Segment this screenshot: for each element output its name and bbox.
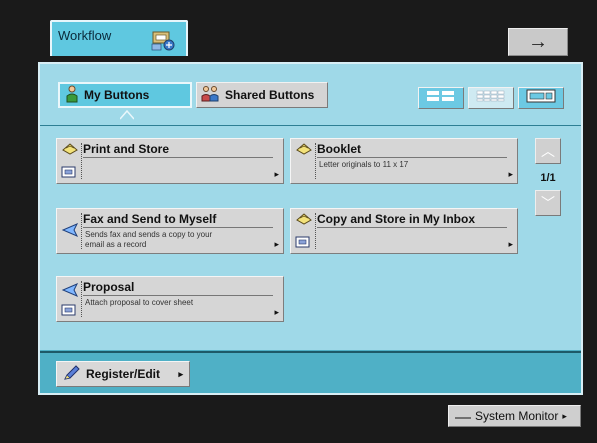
scroll-down-button[interactable]: ﹀ [535,190,561,216]
card-fax-and-send-to-myself[interactable]: Fax and Send to Myself Sends fax and sen… [56,208,284,254]
system-monitor-label: System Monitor [475,409,559,423]
register-edit-button[interactable]: Register/Edit ▸ [56,361,190,387]
chevron-right-icon: ▸ [562,410,567,421]
chevron-right-icon: ▸ [274,239,279,249]
card-rule [83,227,273,228]
tab-pointer-icon [120,110,134,120]
arrow-right-icon: → [528,30,548,53]
monitor-line-icon [455,409,471,423]
person-icon [64,85,80,106]
send-fax-icon [61,223,79,242]
pen-icon [63,364,81,384]
card-rule [83,157,273,158]
chevron-right-icon: ▸ [274,307,279,317]
card-booklet[interactable]: Booklet Letter originals to 11 x 17 ▸ [290,138,518,184]
card-desc: Letter originals to 11 x 17 [319,160,409,169]
grid-view-icon [476,89,506,107]
card-copy-and-store-in-my-inbox[interactable]: Copy and Store in My Inbox ▸ [290,208,518,254]
workflow-label: Workflow [58,28,112,43]
card-divider [81,281,82,317]
chevron-right-icon: ▸ [274,169,279,179]
forward-arrow-button[interactable]: → [508,28,568,56]
scroll-up-button[interactable]: ︿ [535,138,561,164]
card-title: Print and Store [83,142,170,156]
copy-icon [61,142,79,161]
panel-header: My Buttons Shared Buttons [40,64,581,126]
card-title: Proposal [83,280,135,294]
page-indicator: 1/1 [540,172,556,184]
store-box-icon [295,235,311,253]
card-divider [81,143,82,179]
card-print-and-store[interactable]: Print and Store ▸ [56,138,284,184]
card-proposal[interactable]: Proposal Attach proposal to cover sheet … [56,276,284,322]
detail-view-icon [526,89,556,108]
chevron-right-icon: ▸ [508,169,513,179]
register-edit-label: Register/Edit [86,367,161,381]
tab-shared-buttons-label: Shared Buttons [225,88,315,102]
store-box-icon [61,303,77,321]
store-box-icon [61,165,77,183]
workflow-icon [150,28,176,55]
card-rule [317,227,507,228]
card-desc: Sends fax and sends a copy to your email… [85,230,213,249]
card-rule [317,157,507,158]
tab-my-buttons[interactable]: My Buttons [58,82,192,108]
card-desc: Attach proposal to cover sheet [85,298,194,307]
system-monitor-button[interactable]: System Monitor ▸ [448,405,581,427]
card-rule [83,295,273,296]
card-title: Copy and Store in My Inbox [317,212,476,226]
tab-shared-buttons[interactable]: Shared Buttons [196,82,328,108]
list-view-icon [426,89,456,107]
view-grid-button[interactable] [468,87,514,109]
group-icon [201,85,221,106]
panel-footer: Register/Edit ▸ [40,351,581,393]
card-title: Booklet [317,142,362,156]
button-grid: Print and Store ▸ Booklet Letter origina… [40,126,581,350]
card-divider [315,213,316,249]
tab-my-buttons-label: My Buttons [84,88,150,102]
chevron-up-icon: ︿ [541,143,555,159]
chevron-right-icon: ▸ [508,239,513,249]
card-title: Fax and Send to Myself [83,212,217,226]
workflow-panel: My Buttons Shared Buttons Print and Stor… [38,62,583,395]
card-divider [81,213,82,249]
chevron-down-icon: ﹀ [541,195,555,211]
copy-icon [295,142,313,161]
view-detail-button[interactable] [518,87,564,109]
send-fax-icon [61,283,79,302]
workflow-tab[interactable]: Workflow [50,20,188,56]
view-list-button[interactable] [418,87,464,109]
copy-icon [295,212,313,231]
chevron-right-icon: ▸ [178,368,183,379]
card-divider [315,143,316,179]
